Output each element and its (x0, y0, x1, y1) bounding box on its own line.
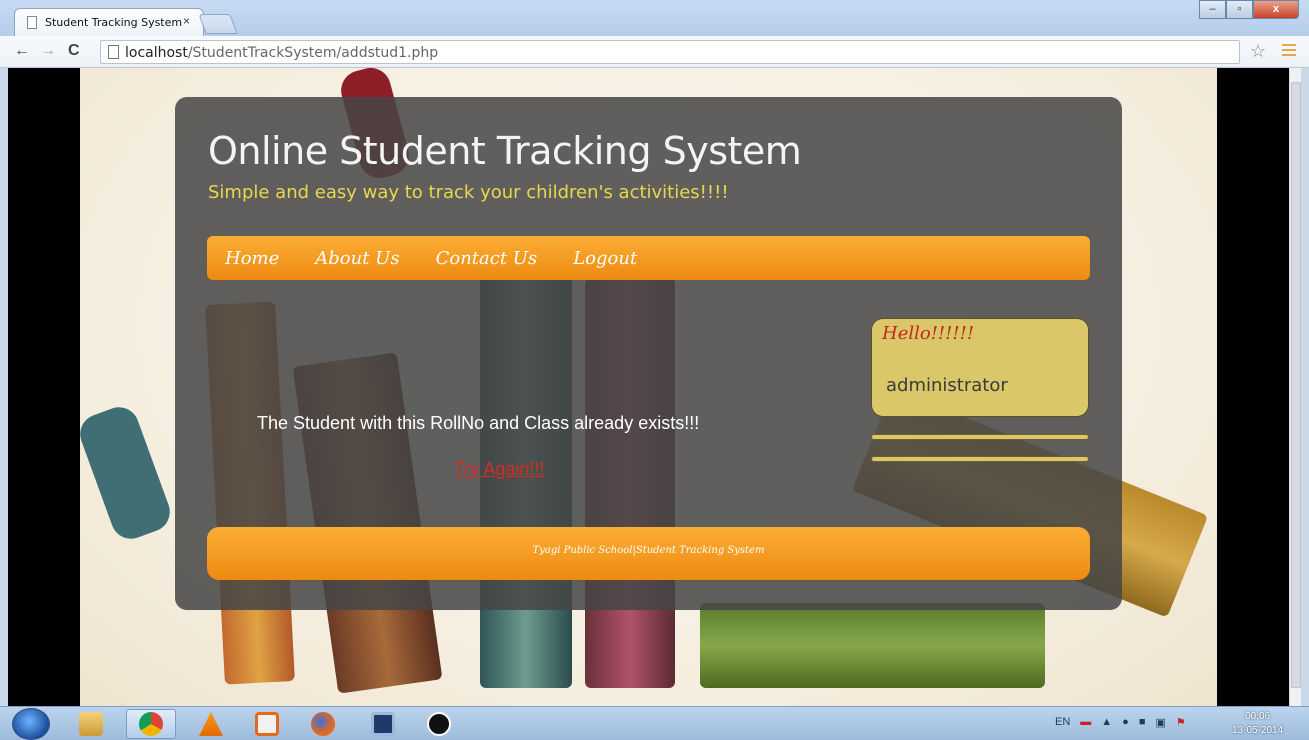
page-viewport: Online Student Tracking System Simple an… (8, 68, 1289, 706)
windows-taskbar: EN ▬ ▲ ● ■ ▣ ⚑ 00:06 13-05-2014 (0, 706, 1309, 740)
clock-date: 13-05-2014 (1232, 725, 1284, 736)
site-subtitle: Simple and easy way to track your childr… (208, 182, 729, 203)
nav-logout-link[interactable]: Logout (573, 248, 637, 269)
flag-icon[interactable]: ⚑ (1176, 716, 1186, 729)
nav-home-link[interactable]: Home (225, 248, 279, 269)
chrome-icon[interactable] (126, 709, 176, 739)
url-text: localhost/StudentTrackSystem/addstud1.ph… (125, 45, 438, 61)
minimize-button[interactable]: – (1199, 0, 1226, 19)
media-icon[interactable] (242, 709, 292, 739)
vertical-scrollbar[interactable] (1289, 68, 1301, 706)
reload-icon[interactable]: C (68, 42, 80, 60)
sidebar-divider (871, 434, 1089, 440)
page-icon (108, 45, 119, 59)
show-hidden-icon[interactable]: ▲ (1101, 716, 1112, 729)
new-tab-button[interactable] (198, 14, 238, 34)
scrollbar-thumb[interactable] (1291, 82, 1301, 688)
vlc-icon[interactable] (186, 709, 236, 739)
try-again-link[interactable]: Try Again!!! (454, 459, 544, 480)
footer-text: Tyagi Public School|Student Tracking Sys… (532, 545, 765, 556)
greeting-text: Hello!!!!!! (882, 323, 975, 344)
climber-figure (80, 401, 176, 545)
window-controls: – ▫ x (1199, 0, 1299, 20)
bluetooth-icon[interactable]: ● (1122, 716, 1129, 729)
firefox-icon[interactable] (298, 709, 348, 739)
close-window-button[interactable]: x (1253, 0, 1299, 19)
system-tray: EN ▬ ▲ ● ■ ▣ ⚑ (1055, 716, 1186, 729)
nav-about-link[interactable]: About Us (315, 248, 399, 269)
back-icon[interactable]: ← (14, 42, 30, 60)
bookmark-star-icon[interactable]: ☆ (1250, 41, 1266, 62)
book-illustration (700, 603, 1045, 688)
url-host: localhost (125, 45, 188, 61)
user-greeting-box: Hello!!!!!! administrator (871, 318, 1089, 417)
action-center-icon[interactable]: ▣ (1155, 716, 1165, 729)
nav-contact-link[interactable]: Contact Us (436, 248, 538, 269)
main-nav: Home About Us Contact Us Logout (207, 236, 1090, 280)
page-background: Online Student Tracking System Simple an… (80, 68, 1217, 706)
maximize-button[interactable]: ▫ (1226, 0, 1253, 19)
menu-icon[interactable] (1282, 44, 1296, 58)
language-indicator[interactable]: EN (1055, 716, 1070, 729)
page-icon (27, 16, 37, 29)
url-path: /StudentTrackSystem/addstud1.php (187, 45, 439, 61)
browser-tabstrip: Student Tracking System × – ▫ x (0, 0, 1309, 36)
browser-tab[interactable]: Student Tracking System × (14, 8, 204, 36)
clock[interactable]: 00:06 13-05-2014 (1232, 710, 1283, 738)
main-container: Online Student Tracking System Simple an… (175, 97, 1122, 610)
keyboard-icon[interactable]: ▬ (1080, 716, 1091, 729)
window-icon[interactable] (358, 709, 408, 739)
address-bar[interactable]: localhost/StudentTrackSystem/addstud1.ph… (100, 40, 1240, 64)
clock-time: 00:06 (1245, 711, 1271, 722)
network-icon[interactable]: ■ (1139, 716, 1146, 729)
username-text: administrator (886, 375, 1008, 396)
tab-title: Student Tracking System (45, 16, 183, 29)
footer: Tyagi Public School|Student Tracking Sys… (207, 527, 1090, 580)
sidebar-divider (871, 456, 1089, 462)
start-button[interactable] (12, 708, 50, 740)
error-message: The Student with this RollNo and Class a… (257, 413, 700, 433)
tab-close-icon[interactable]: × (183, 14, 190, 28)
forward-icon[interactable]: → (40, 42, 56, 60)
app-p-icon[interactable] (414, 709, 464, 739)
explorer-icon[interactable] (66, 709, 116, 739)
browser-toolbar: ← → C localhost/StudentTrackSystem/addst… (0, 36, 1309, 68)
site-title: Online Student Tracking System (208, 129, 802, 173)
